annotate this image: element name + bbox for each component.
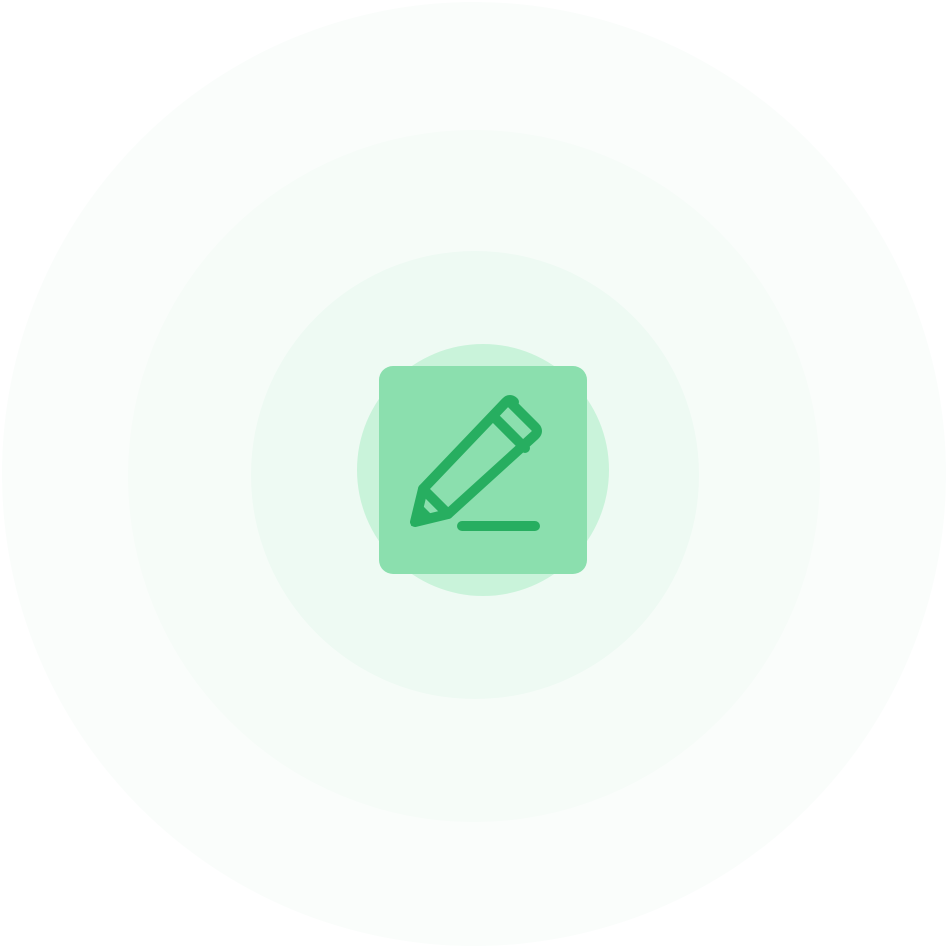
icon-tile [379,366,587,574]
empty-state-illustration [0,0,950,950]
pencil-edit-icon [410,395,542,531]
